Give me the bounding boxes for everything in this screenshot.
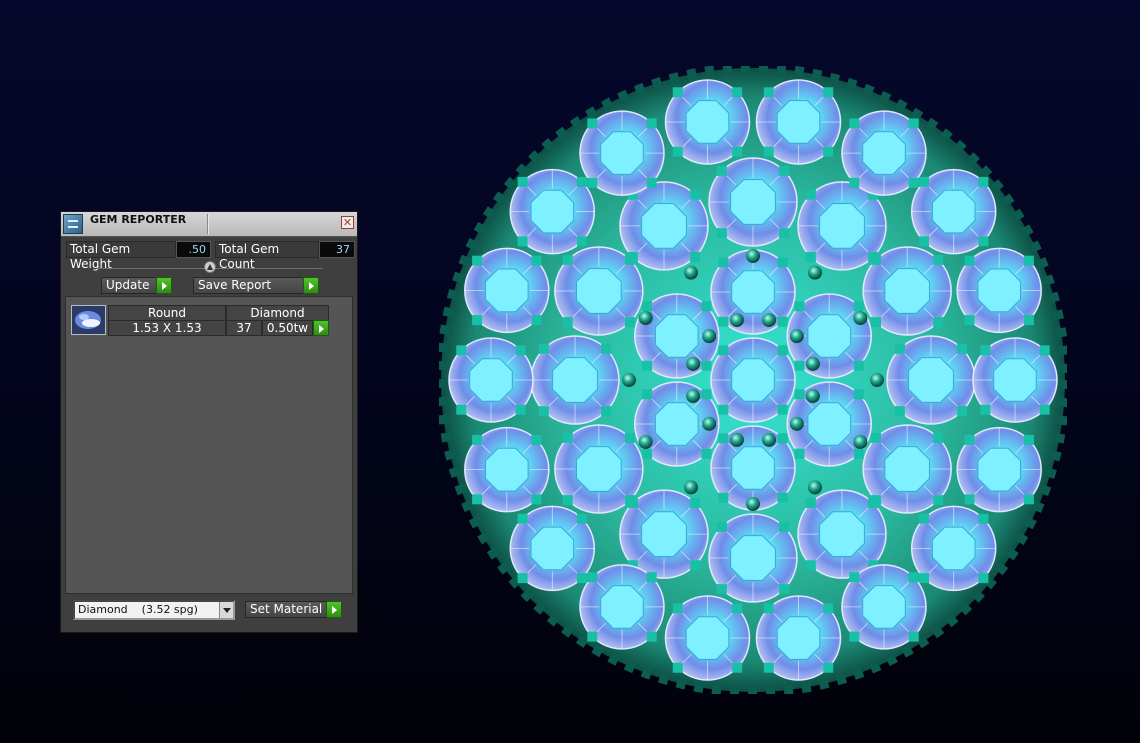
metal-bead (729, 313, 744, 328)
gem-stone (841, 110, 927, 196)
gem-stone (664, 79, 751, 165)
metal-bead (702, 329, 717, 344)
metal-bead (762, 432, 777, 447)
gem-stone (579, 564, 665, 650)
metal-bead (789, 416, 804, 431)
metal-bead (684, 480, 698, 495)
metal-bead (684, 265, 698, 280)
gem-stone (579, 110, 665, 196)
set-material-button[interactable]: Set Material (245, 601, 342, 618)
metal-bead (746, 249, 760, 263)
dropdown-arrow-icon[interactable] (219, 602, 233, 618)
weight-cell: 0.50tw (262, 320, 313, 336)
total-gem-count-value: 37 (319, 241, 355, 258)
gem-stone (797, 489, 887, 579)
update-label: Update (106, 278, 150, 292)
material-select[interactable]: Diamond (3.52 spg) (73, 600, 235, 620)
metal-bead (746, 497, 760, 511)
gem-stone (710, 337, 796, 423)
metal-bead (686, 389, 701, 404)
set-material-label: Set Material (250, 602, 323, 616)
play-arrow-icon (313, 320, 329, 336)
metal-bead (808, 480, 822, 495)
gem-stone (886, 335, 976, 425)
metal-bead (870, 373, 884, 387)
gem-stone (862, 246, 952, 336)
save-report-label: Save Report (198, 278, 272, 292)
gem-stone (708, 157, 798, 247)
gem-stone (708, 513, 798, 603)
gem-stone (755, 79, 842, 165)
metal-bead (686, 356, 701, 371)
title-separator (207, 214, 209, 234)
total-gem-weight-value: .50 (176, 241, 211, 258)
save-report-button[interactable]: Save Report (193, 277, 319, 294)
collapse-chevron-icon[interactable]: ▲ (204, 261, 216, 273)
metal-bead (853, 435, 868, 449)
metal-bead (805, 389, 820, 404)
metal-bead (622, 373, 636, 387)
gem-stone (554, 424, 644, 514)
gem-stone (956, 247, 1042, 334)
metal-bead (638, 435, 653, 449)
update-button[interactable]: Update (101, 277, 172, 294)
metal-bead (638, 311, 653, 325)
report-icon (63, 214, 83, 234)
gem-stone (530, 335, 620, 425)
metal-bead (789, 329, 804, 344)
metal-bead (805, 356, 820, 371)
gem-stone (956, 426, 1042, 513)
gem-stone (910, 505, 997, 592)
metal-bead (853, 311, 868, 325)
size-cell: 1.53 X 1.53 (108, 320, 226, 336)
material-select-value: Diamond (3.52 spg) (78, 603, 198, 616)
play-arrow-icon (326, 601, 342, 618)
gem-list: Round Diamond 1.53 X 1.53 37 0.50tw (65, 296, 353, 594)
title-bar[interactable]: GEM REPORTER ✕ (61, 212, 357, 237)
gem-thumbnail-icon[interactable] (71, 305, 106, 335)
metal-bead (762, 313, 777, 328)
material-cell: Diamond (226, 305, 329, 321)
gem-stone (509, 505, 596, 592)
metal-bead (702, 416, 717, 431)
total-gem-weight-label: Total Gem Weight (66, 241, 176, 271)
gem-stone (448, 337, 534, 423)
total-gem-count-label: Total Gem Count (215, 241, 319, 271)
close-button[interactable]: ✕ (341, 216, 354, 229)
gem-stone (464, 426, 550, 513)
gem-stone (841, 564, 927, 650)
play-arrow-icon (156, 277, 172, 294)
panel-title: GEM REPORTER (90, 213, 187, 226)
gem-stone (755, 595, 842, 681)
shape-cell: Round (108, 305, 226, 321)
gem-stone (464, 247, 550, 334)
metal-bead (729, 432, 744, 447)
gem-stone (664, 595, 751, 681)
play-arrow-icon (303, 277, 319, 294)
gem-stone (910, 168, 997, 255)
row-detail-button[interactable] (313, 320, 329, 336)
count-cell: 37 (226, 320, 262, 336)
gem-stone (509, 168, 596, 255)
gem-render-viewport[interactable] (439, 66, 1067, 694)
gem-stone (619, 181, 709, 271)
gem-stone (972, 337, 1058, 423)
metal-bead (808, 265, 822, 280)
gem-reporter-panel: GEM REPORTER ✕ Total Gem Weight .50 Tota… (60, 211, 358, 633)
